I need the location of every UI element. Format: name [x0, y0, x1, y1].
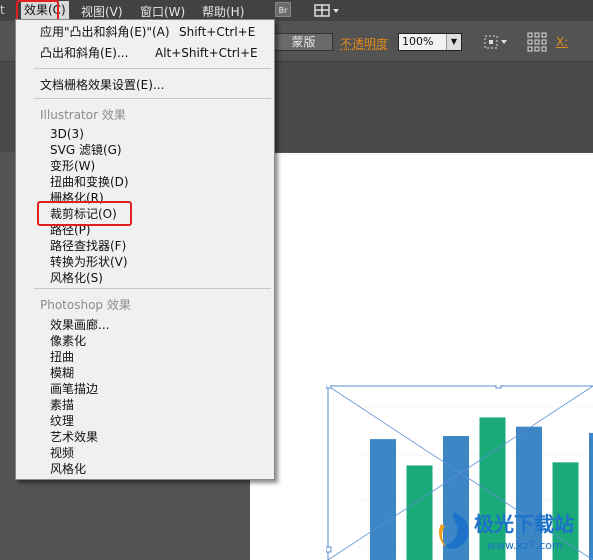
menu-view[interactable]: 视图(V)	[81, 3, 123, 20]
watermark: 极光下载站 www.xz7.com	[433, 506, 593, 560]
menu-item-label: 扭曲和变换(D)	[50, 175, 129, 189]
menu-item[interactable]: 路径查找器(F)	[16, 238, 274, 254]
opacity-input[interactable]: 100% ▼	[398, 33, 462, 51]
menu-item-label: 路径查找器(F)	[50, 239, 127, 253]
watermark-logo-icon	[439, 512, 469, 549]
menu-item-document-raster[interactable]: 文档栅格效果设置(E)...	[16, 77, 274, 93]
photoshop-effects-header: Photoshop 效果	[40, 298, 131, 312]
menu-item-label: 变形(W)	[50, 159, 96, 173]
chart-bar	[406, 465, 433, 560]
crop-marks-highlight	[37, 201, 132, 226]
watermark-url: www.xz7.com	[487, 539, 563, 552]
chart-bar	[370, 439, 396, 560]
menu-separator	[34, 68, 271, 69]
menu-item-extrude-bevel[interactable]: 凸出和斜角(E)... Alt+Shift+Ctrl+E	[16, 45, 274, 61]
menu-item-label: 转换为形状(V)	[50, 255, 128, 269]
menu-item-shortcut: Alt+Shift+Ctrl+E	[155, 46, 258, 60]
menu-item-label: 艺术效果	[50, 430, 99, 444]
menu-separator	[34, 98, 271, 99]
menu-item-label: 效果画廊...	[50, 318, 110, 332]
menu-item[interactable]: 扭曲	[16, 349, 274, 365]
opacity-value: 100%	[402, 35, 434, 48]
arrange-documents-icon[interactable]	[314, 4, 340, 17]
menu-item-cut[interactable]: t	[0, 3, 5, 17]
watermark-brand: 极光下载站	[474, 512, 574, 536]
effect-menu: 应用"凸出和斜角(E)"(A) Shift+Ctrl+E 凸出和斜角(E)...…	[15, 19, 275, 480]
bridge-button[interactable]: Br	[275, 2, 291, 17]
menu-item-label: 素描	[50, 398, 75, 412]
select-similar-icon[interactable]	[483, 34, 509, 50]
menu-item-label: SVG 滤镜(G)	[50, 143, 122, 157]
menu-item-label: 3D(3)	[50, 127, 84, 141]
menu-item[interactable]: 风格化(S)	[16, 270, 274, 286]
menu-item[interactable]: 视频	[16, 445, 274, 461]
menu-item[interactable]: 风格化	[16, 461, 274, 477]
transform-grid-icon[interactable]	[527, 32, 547, 52]
menu-item-label: 风格化	[50, 462, 87, 476]
selection-handle-tl	[326, 385, 332, 389]
menu-item-label: 扭曲	[50, 350, 75, 364]
menu-item[interactable]: 模糊	[16, 365, 274, 381]
menu-item-label: 像素化	[50, 334, 87, 348]
menu-item-label: 视频	[50, 446, 75, 460]
menu-item[interactable]: SVG 滤镜(G)	[16, 142, 274, 158]
menu-item-shortcut: Shift+Ctrl+E	[179, 25, 256, 39]
menu-item[interactable]: 效果画廊...	[16, 317, 274, 333]
menu-item-label: 模糊	[50, 366, 75, 380]
menu-item[interactable]: 3D(3)	[16, 126, 274, 142]
menu-window[interactable]: 窗口(W)	[140, 3, 185, 20]
menu-item[interactable]: 变形(W)	[16, 158, 274, 174]
menu-item-label: 风格化(S)	[50, 271, 103, 285]
selection-handle-tc	[495, 385, 502, 389]
menu-item[interactable]: 扭曲和变换(D)	[16, 174, 274, 190]
menu-help[interactable]: 帮助(H)	[202, 3, 244, 20]
menu-item[interactable]: 画笔描边	[16, 381, 274, 397]
menu-item-label: 凸出和斜角(E)...	[40, 46, 129, 60]
menu-item-label: 画笔描边	[50, 382, 99, 396]
menu-item[interactable]: 像素化	[16, 333, 274, 349]
opacity-label[interactable]: 不透明度	[340, 35, 388, 52]
chevron-down-icon[interactable]: ▼	[446, 34, 461, 50]
menu-item[interactable]: 艺术效果	[16, 429, 274, 445]
selection-handle-bl	[326, 546, 332, 553]
menu-bar: t 效果(C) 视图(V) 窗口(W) 帮助(H) Br	[0, 0, 593, 21]
mask-button[interactable]: 蒙版	[274, 33, 333, 51]
menu-item[interactable]: 纹理	[16, 413, 274, 429]
menu-item-label: 应用"凸出和斜角(E)"(A)	[40, 25, 170, 39]
illustrator-effects-header: Illustrator 效果	[40, 108, 126, 122]
menu-item-label: 文档栅格效果设置(E)...	[40, 78, 165, 92]
menu-item-apply-extrude[interactable]: 应用"凸出和斜角(E)"(A) Shift+Ctrl+E	[16, 24, 274, 40]
menu-separator	[34, 288, 271, 289]
menu-item-label: 纹理	[50, 414, 75, 428]
menu-item[interactable]: 转换为形状(V)	[16, 254, 274, 270]
menu-item[interactable]: 素描	[16, 397, 274, 413]
x-coordinate-label[interactable]: X:	[556, 35, 568, 49]
